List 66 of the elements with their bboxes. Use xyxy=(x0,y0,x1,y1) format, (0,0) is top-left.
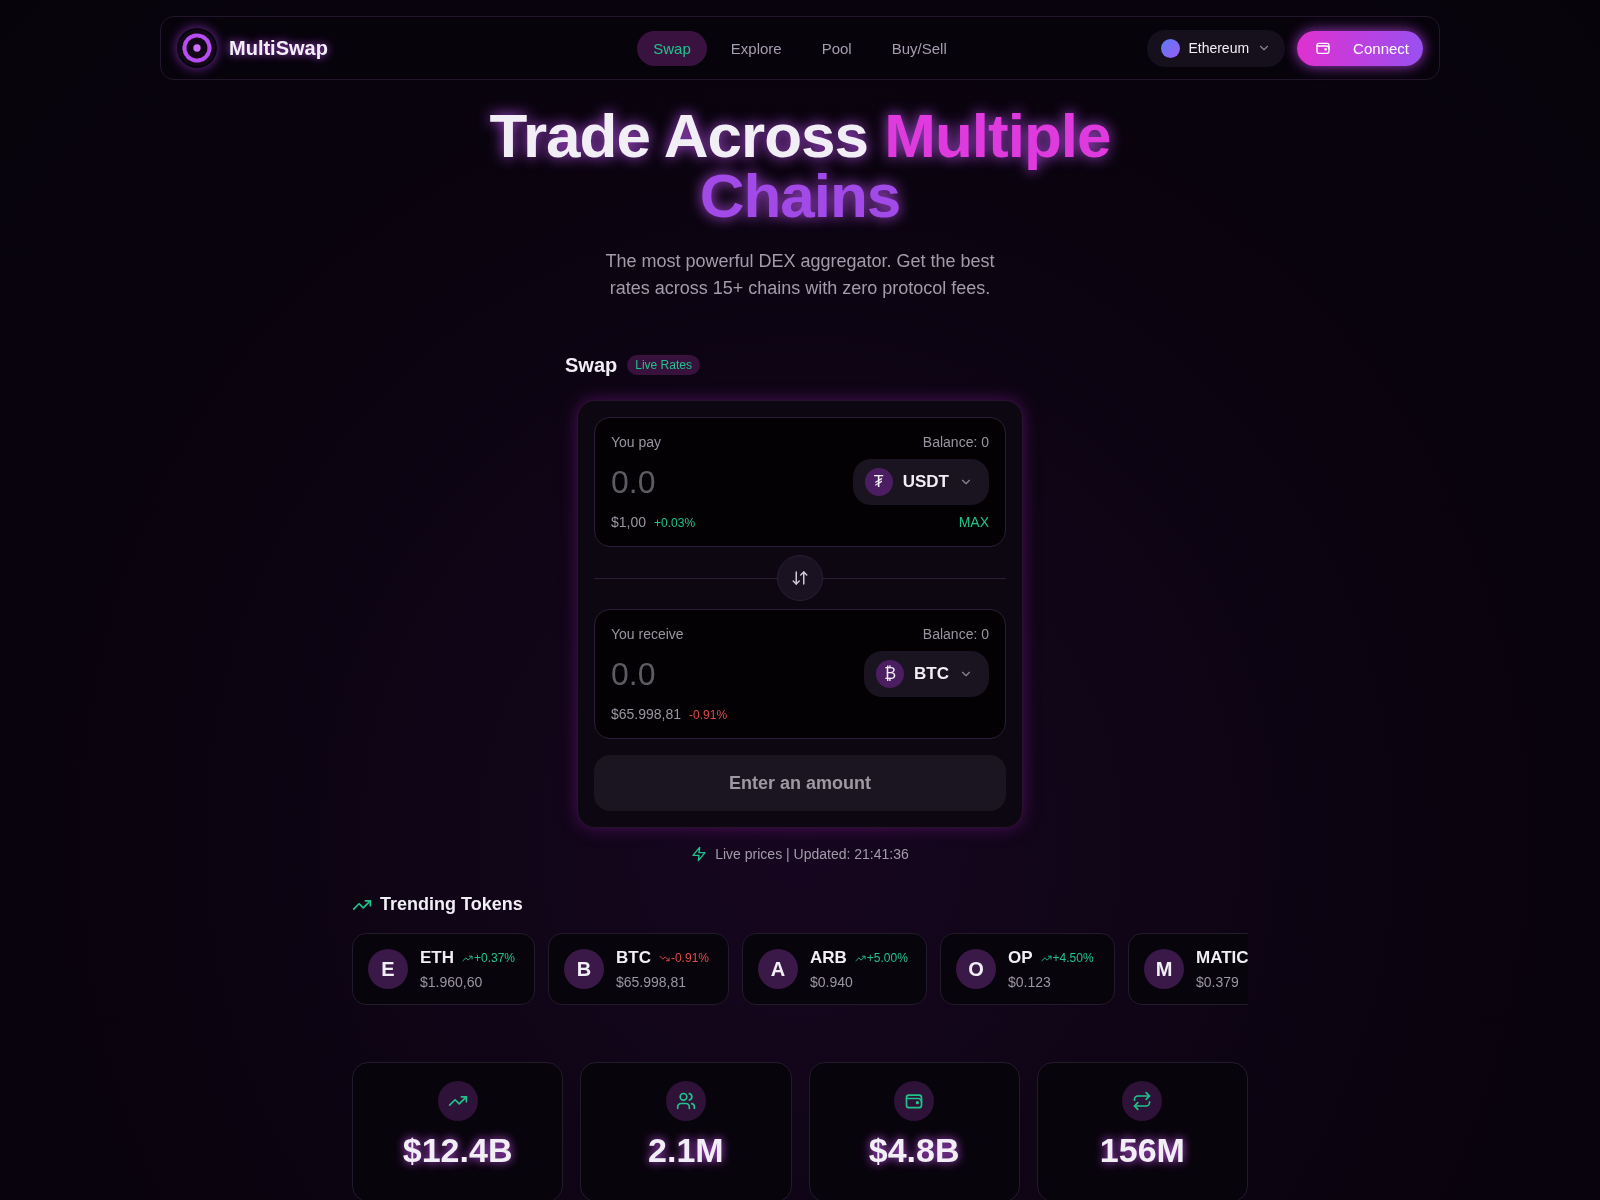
enter-amount-button[interactable]: Enter an amount xyxy=(594,755,1006,811)
token-symbol: ARB xyxy=(810,948,847,968)
logo-icon xyxy=(177,28,217,68)
swap-title: Swap xyxy=(565,353,618,377)
hero-title: Trade Across Multiple Chains xyxy=(489,106,1111,226)
swap-direction-button[interactable] xyxy=(777,555,823,601)
users-icon xyxy=(675,1091,696,1111)
token-icon: ₮ xyxy=(864,468,893,496)
network-selector[interactable]: Ethereum xyxy=(1147,29,1286,67)
stat-value: 156M xyxy=(1099,1131,1185,1170)
section-title: Trending Tokens xyxy=(380,894,523,915)
token-price: $0.123 xyxy=(1008,974,1052,990)
wallet-icon xyxy=(904,1091,925,1111)
token-price: $0.379 xyxy=(1196,974,1240,990)
token-change: +0.37% xyxy=(474,951,516,965)
hero-subtitle: The most powerful DEX aggregator. Get the best rates across 15+ chains with zero protocol fees. xyxy=(604,250,996,300)
nav-link[interactable]: Swap xyxy=(637,30,707,66)
token-price: $1.960,60 xyxy=(420,974,484,990)
token-change: +5.00% xyxy=(866,951,908,965)
brand-name: MultiSwap xyxy=(229,36,328,60)
token-symbol: ETH xyxy=(420,948,454,968)
token-avatar: A xyxy=(758,949,798,989)
network-icon xyxy=(1161,38,1181,58)
amount-input[interactable]: 0.0 xyxy=(611,655,811,693)
balance-text: Balance: 0 xyxy=(922,434,989,450)
stat-value: 2.1M xyxy=(648,1131,724,1170)
lightning-icon xyxy=(691,846,708,862)
token-change: +4.50% xyxy=(1052,951,1094,965)
token-change: -0.91% xyxy=(670,951,709,965)
nav-link[interactable]: Pool xyxy=(805,30,868,66)
price-change: +0.03% xyxy=(654,516,696,530)
wallet-icon xyxy=(1315,40,1332,56)
max-link[interactable]: MAX xyxy=(958,514,989,530)
usd-price: $1,00 xyxy=(611,514,647,530)
amount-input[interactable]: 0.0 xyxy=(611,463,811,501)
panel-label: You receive xyxy=(611,626,684,642)
nav-link[interactable]: Explore xyxy=(714,30,798,66)
price-change: -0.91% xyxy=(689,708,728,722)
live-prices-status: Live prices | Updated: 21:41:36 xyxy=(715,846,909,862)
token-avatar: E xyxy=(368,949,408,989)
arrows-up-down-icon xyxy=(791,569,809,587)
nav-link[interactable]: Buy/Sell xyxy=(875,30,963,66)
repeat-arrows-icon xyxy=(1132,1091,1153,1111)
token-price: $0.940 xyxy=(810,974,854,990)
token-avatar: O xyxy=(956,949,996,989)
token-card[interactable]: M MATIC $0.379 xyxy=(1128,933,1248,1005)
panel-label: You pay xyxy=(611,434,662,450)
token-icon: ₿ xyxy=(876,660,905,688)
connect-button[interactable]: Connect xyxy=(1297,30,1423,66)
token-card[interactable]: B BTC -0.91% $65.998,81 xyxy=(548,933,729,1005)
stat-value: $4.8B xyxy=(868,1131,960,1170)
token-avatar: B xyxy=(564,949,604,989)
balance-text: Balance: 0 xyxy=(922,626,989,642)
usd-price: $65.998,81 xyxy=(611,706,682,722)
token-symbol: OP xyxy=(1008,948,1033,968)
token-card[interactable]: O OP +4.50% $0.123 xyxy=(940,933,1115,1005)
stat-value: $12.4B xyxy=(402,1131,513,1170)
live-rates-badge: Live Rates xyxy=(627,355,700,375)
token-card[interactable]: A ARB +5.00% $0.940 xyxy=(742,933,927,1005)
token-symbol: MATIC xyxy=(1196,948,1248,968)
token-card[interactable]: E ETH +0.37% $1.960,60 xyxy=(352,933,535,1005)
token-price: $65.998,81 xyxy=(616,974,688,990)
token-symbol: BTC xyxy=(616,948,651,968)
token-selector[interactable]: ₿ BTC xyxy=(864,651,989,697)
token-selector[interactable]: ₮ USDT xyxy=(852,459,989,505)
token-avatar: M xyxy=(1144,949,1184,989)
